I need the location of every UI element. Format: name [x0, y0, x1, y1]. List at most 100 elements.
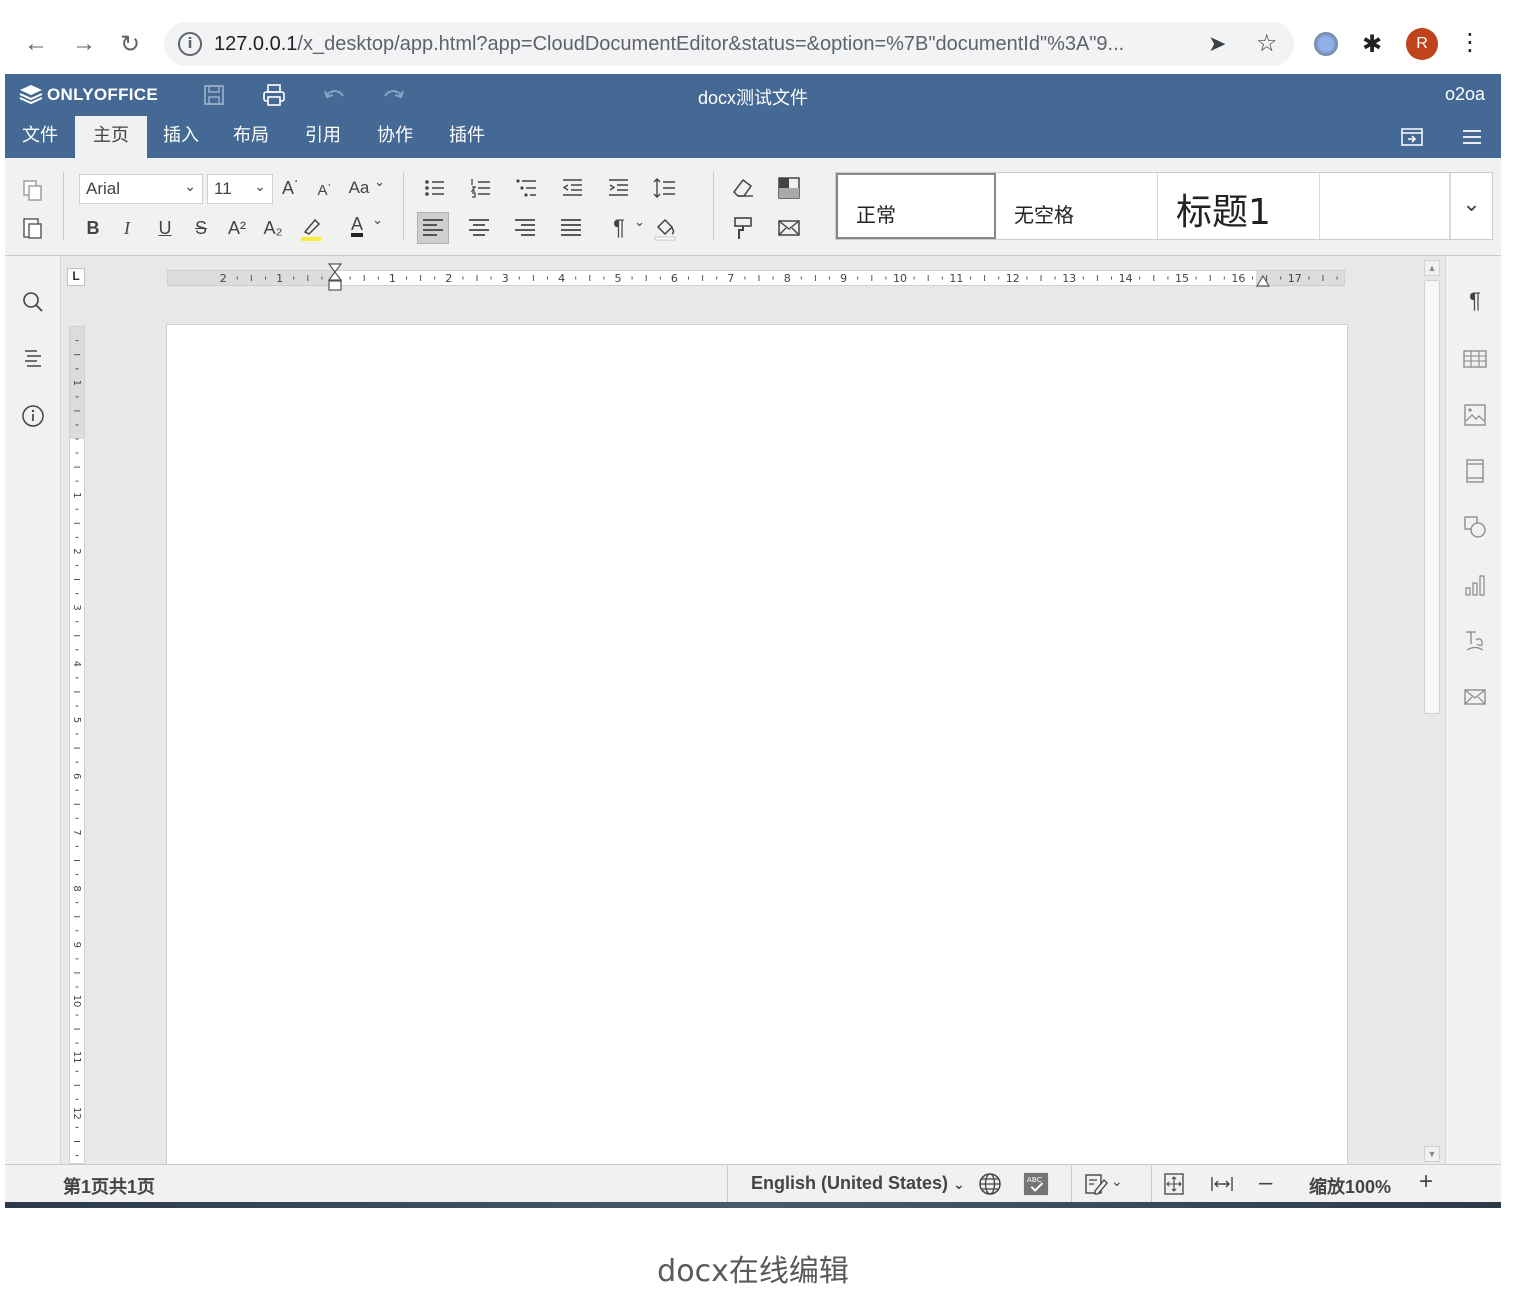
url-text[interactable]: 127.0.0.1/x_desktop/app.html?app=CloudDo…: [214, 33, 1194, 56]
open-location-icon[interactable]: [1399, 124, 1425, 150]
status-bar: 第1页共1页 English (United States) ⌄ ABC ⌄ –…: [5, 1164, 1501, 1203]
zoom-level[interactable]: 缩放100%: [1309, 1173, 1391, 1199]
ruler-number: 12: [71, 1107, 82, 1120]
spell-check-icon[interactable]: ABC: [1023, 1171, 1049, 1197]
search-icon[interactable]: [19, 288, 47, 316]
tab-home[interactable]: 主页: [75, 116, 147, 158]
user-name[interactable]: o2oa: [1445, 84, 1485, 105]
increase-font-icon[interactable]: A˙: [277, 174, 305, 202]
tab-file[interactable]: 文件: [11, 116, 69, 158]
site-info-icon[interactable]: i: [178, 32, 202, 56]
scroll-up-icon[interactable]: ▲: [1424, 260, 1440, 276]
style-empty-slot[interactable]: [1320, 173, 1450, 239]
align-right-icon[interactable]: [511, 214, 539, 242]
extension-icon[interactable]: [1314, 32, 1338, 56]
style-heading-1[interactable]: 标题1: [1158, 173, 1320, 239]
copy-style-icon[interactable]: [729, 214, 757, 242]
bullet-list-icon[interactable]: [421, 174, 449, 202]
bold-icon[interactable]: B: [79, 214, 107, 242]
vertical-scrollbar[interactable]: ▲ ▼: [1422, 260, 1442, 1164]
ruler-number: 2: [71, 548, 82, 554]
style-normal[interactable]: 正常: [836, 173, 996, 239]
scrollbar-thumb[interactable]: [1424, 280, 1440, 714]
decrease-indent-icon[interactable]: [559, 174, 587, 202]
extensions-puzzle-icon[interactable]: ✱: [1362, 30, 1382, 59]
clear-style-icon[interactable]: [729, 174, 757, 202]
navigation-icon[interactable]: [19, 344, 47, 372]
italic-icon[interactable]: I: [113, 214, 141, 242]
color-scheme-icon[interactable]: [775, 174, 803, 202]
fit-width-icon[interactable]: [1209, 1171, 1235, 1197]
globe-icon[interactable]: [977, 1171, 1003, 1197]
underline-icon[interactable]: U: [151, 214, 179, 242]
ruler-number: 16: [1231, 272, 1245, 285]
browser-menu-icon[interactable]: ⋮: [1458, 28, 1482, 60]
align-left-icon[interactable]: [419, 214, 447, 242]
tab-plugins[interactable]: 插件: [437, 116, 497, 158]
info-icon[interactable]: [19, 402, 47, 430]
horizontal-ruler[interactable]: 2 1 1 2 3 4 5 6 7 8 9 10 11 12 13 14 15 16 17: [167, 270, 1345, 286]
tab-collaboration[interactable]: 协作: [365, 116, 425, 158]
font-color-icon[interactable]: A: [343, 212, 383, 240]
chart-settings-icon[interactable]: [1462, 572, 1488, 598]
table-settings-icon[interactable]: [1462, 346, 1488, 372]
multilevel-list-icon[interactable]: [513, 174, 541, 202]
style-no-spacing[interactable]: 无空格: [996, 173, 1158, 239]
superscript-icon[interactable]: A²: [223, 214, 251, 242]
font-name-select[interactable]: Arial ⌄: [79, 174, 203, 204]
indent-marker-right[interactable]: [1255, 274, 1271, 288]
hamburger-menu-icon[interactable]: [1459, 124, 1485, 150]
vertical-ruler[interactable]: 1 1 2 3 4 5 6 7 8 9 10 11 12: [69, 326, 85, 1164]
numbered-list-icon[interactable]: [467, 174, 495, 202]
nonprinting-characters-icon[interactable]: ¶: [605, 214, 645, 242]
strikethrough-icon[interactable]: S: [187, 214, 215, 242]
indent-marker-left[interactable]: [327, 262, 343, 292]
send-tab-icon[interactable]: ➤: [1208, 31, 1226, 57]
paragraph-settings-icon[interactable]: ¶: [1462, 288, 1488, 314]
mail-merge-settings-icon[interactable]: [1462, 684, 1488, 710]
chevron-down-icon[interactable]: ⌄: [1450, 173, 1492, 239]
track-changes-icon[interactable]: [1083, 1171, 1109, 1197]
justify-icon[interactable]: [557, 214, 585, 242]
chevron-down-icon[interactable]: ⌄: [1111, 1173, 1123, 1190]
increase-indent-icon[interactable]: [605, 174, 633, 202]
mail-merge-icon[interactable]: [775, 214, 803, 242]
tab-insert[interactable]: 插入: [151, 116, 211, 158]
shape-settings-icon[interactable]: [1462, 514, 1488, 540]
ruler-number: 15: [1175, 272, 1189, 285]
tab-references[interactable]: 引用: [293, 116, 353, 158]
page-counter[interactable]: 第1页共1页: [63, 1173, 155, 1199]
copy-icon[interactable]: [19, 176, 47, 204]
header-footer-settings-icon[interactable]: [1462, 458, 1488, 484]
decrease-font-icon[interactable]: A˙: [311, 176, 339, 204]
zoom-out-icon[interactable]: –: [1259, 1169, 1272, 1197]
subscript-icon[interactable]: A₂: [259, 214, 287, 242]
profile-avatar[interactable]: R: [1406, 28, 1438, 60]
text-art-settings-icon[interactable]: [1462, 628, 1488, 654]
reload-icon[interactable]: ↻: [114, 28, 146, 60]
address-bar[interactable]: i 127.0.0.1/x_desktop/app.html?app=Cloud…: [164, 22, 1294, 66]
font-size-select[interactable]: 11 ⌄: [207, 174, 273, 204]
tab-stop-selector[interactable]: L: [67, 268, 85, 286]
scroll-down-icon[interactable]: ▼: [1424, 1146, 1440, 1162]
right-sidebar: ¶: [1445, 256, 1501, 1164]
paste-icon[interactable]: [19, 214, 47, 242]
font-size-value: 11: [214, 179, 232, 198]
forward-icon[interactable]: →: [68, 28, 100, 60]
fit-page-icon[interactable]: [1161, 1171, 1187, 1197]
ruler-ticks: 2 1 1 2 3 4 5 6 7 8 9 10 11 12 13 14 15 16 17: [220, 272, 1338, 285]
language-select[interactable]: English (United States) ⌄: [751, 1173, 965, 1194]
align-center-icon[interactable]: [465, 214, 493, 242]
back-icon[interactable]: ←: [20, 28, 52, 60]
screenshot-root: { "browser": { "url_host": "127.0.0.1", …: [0, 0, 1538, 1294]
highlight-color-icon[interactable]: [297, 214, 325, 242]
ruler-number: 7: [71, 829, 82, 835]
document-page[interactable]: [166, 324, 1348, 1184]
bookmark-star-icon[interactable]: ☆: [1256, 29, 1278, 58]
line-spacing-icon[interactable]: [651, 174, 679, 202]
tab-layout[interactable]: 布局: [221, 116, 281, 158]
image-settings-icon[interactable]: [1462, 402, 1488, 428]
zoom-in-icon[interactable]: +: [1419, 1168, 1433, 1196]
paragraph-shading-icon[interactable]: [651, 214, 679, 242]
change-case-icon[interactable]: Aa: [345, 174, 385, 202]
